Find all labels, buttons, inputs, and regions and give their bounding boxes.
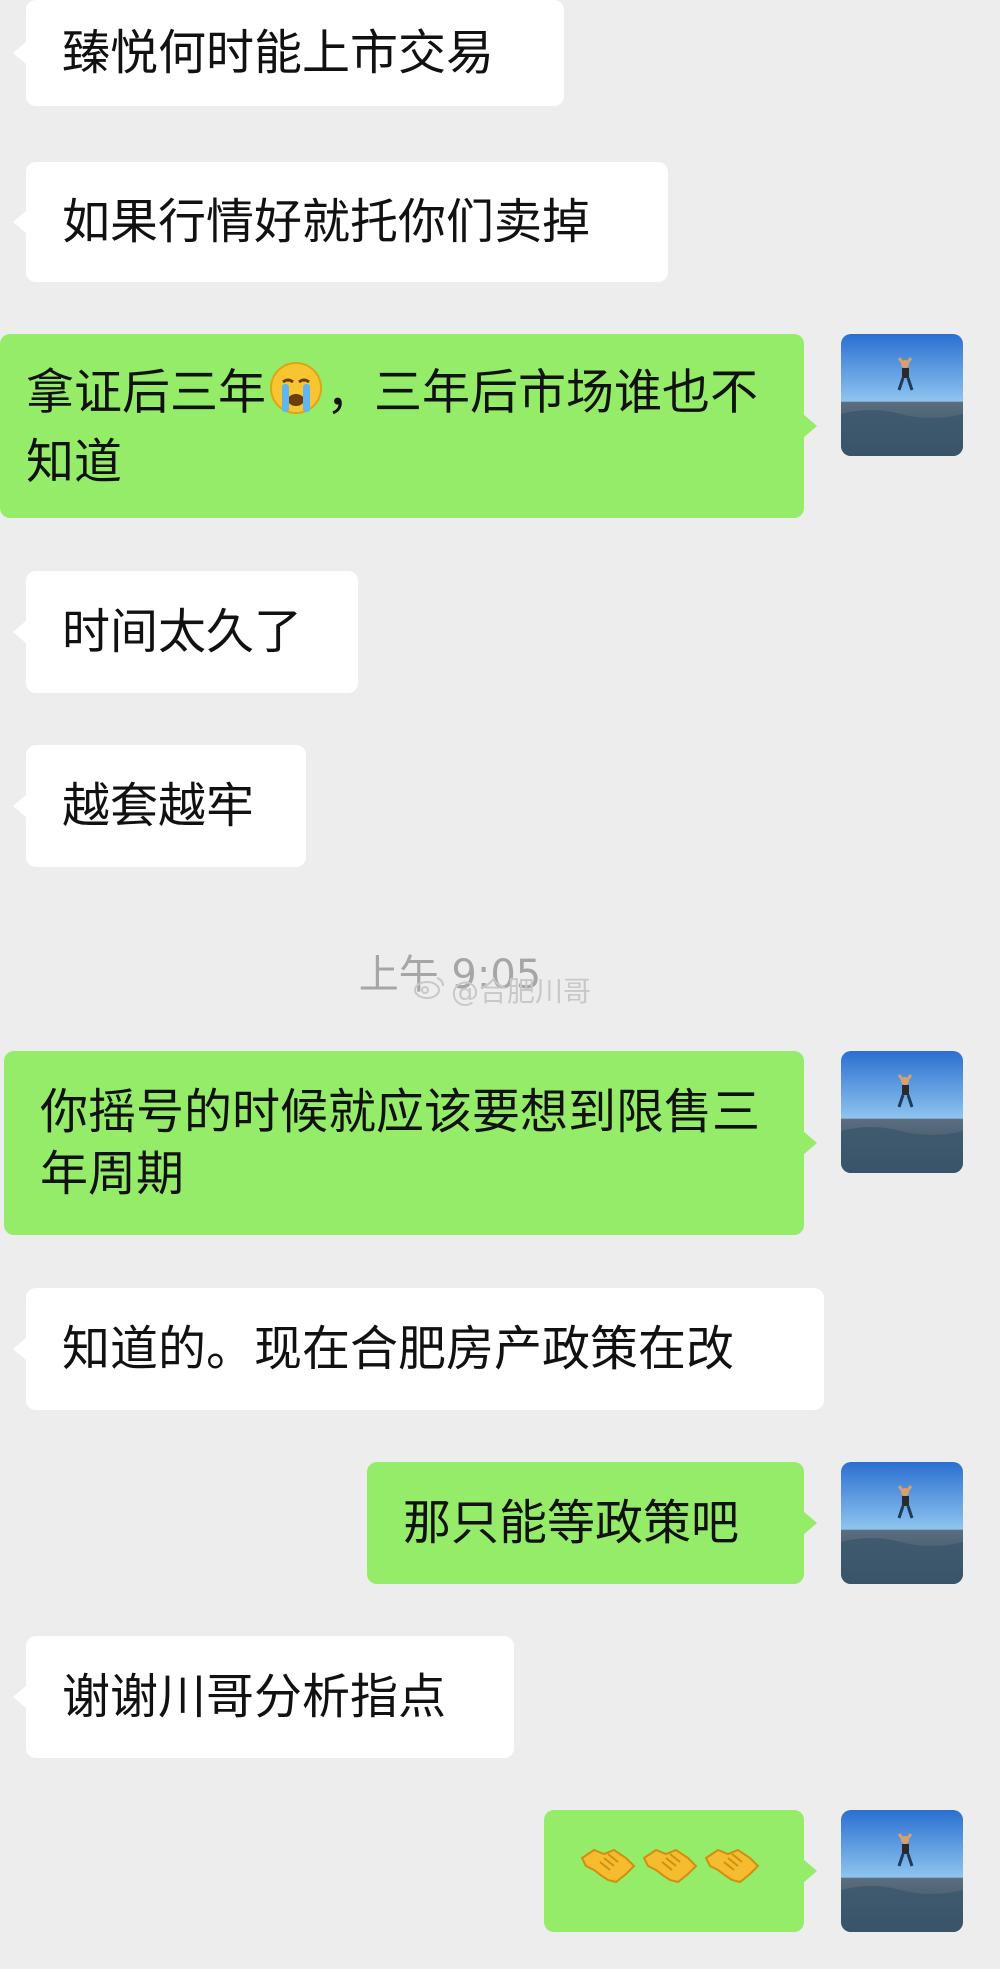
watermark: @合肥川哥	[413, 970, 591, 1010]
message-text: 那只能等政策吧	[403, 1495, 740, 1551]
message-bubble-incoming[interactable]: 臻悦何时能上市交易	[13, 0, 564, 106]
handshake-icon	[704, 1840, 760, 1902]
message-text: 拿证后三年 ，三年后市场谁也不知道	[26, 360, 778, 493]
message-text: 越套越牢	[62, 778, 255, 834]
message-bubble-incoming[interactable]: 时间太久了	[13, 571, 358, 693]
message-bubble-incoming[interactable]: 越套越牢	[13, 745, 306, 867]
message-bubble-incoming[interactable]: 谢谢川哥分析指点	[13, 1636, 514, 1758]
message-bubble-incoming[interactable]: 如果行情好就托你们卖掉	[13, 162, 668, 282]
avatar[interactable]	[841, 334, 963, 456]
message-bubble-outgoing[interactable]	[544, 1810, 817, 1932]
avatar[interactable]	[841, 1051, 963, 1173]
message-text: 知道的。现在合肥房产政策在改	[62, 1321, 735, 1377]
message-text: 臻悦何时能上市交易	[62, 25, 495, 81]
weibo-icon	[413, 974, 447, 1007]
message-text: 谢谢川哥分析指点	[62, 1669, 447, 1725]
message-text: 你摇号的时候就应该要想到限售三年周期	[40, 1084, 761, 1202]
message-text: 如果行情好就托你们卖掉	[62, 194, 591, 250]
message-text: 时间太久了	[62, 604, 303, 660]
crying-face-icon	[268, 360, 324, 431]
handshake-icon	[642, 1840, 698, 1902]
avatar[interactable]	[841, 1810, 963, 1932]
message-bubble-outgoing[interactable]: 那只能等政策吧	[367, 1462, 817, 1584]
message-bubble-outgoing[interactable]: 你摇号的时候就应该要想到限售三年周期	[4, 1051, 817, 1235]
message-bubble-incoming[interactable]: 知道的。现在合肥房产政策在改	[13, 1288, 824, 1410]
avatar[interactable]	[841, 1462, 963, 1584]
message-bubble-outgoing[interactable]: 拿证后三年 ，三年后市场谁也不知道	[0, 334, 817, 518]
handshake-icon	[580, 1840, 636, 1902]
